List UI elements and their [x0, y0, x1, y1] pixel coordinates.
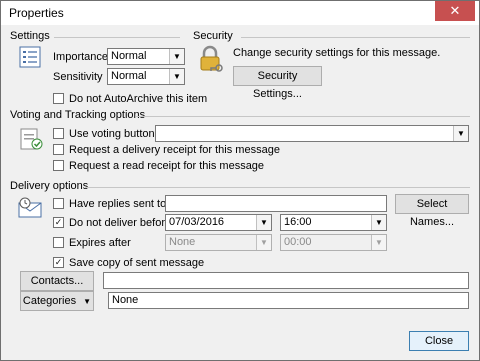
chevron-down-icon: ▼ — [256, 235, 271, 250]
security-divider — [241, 37, 470, 38]
settings-list-icon — [19, 46, 41, 68]
chevron-down-icon: ▼ — [256, 215, 271, 230]
chevron-down-icon: ▼ — [169, 49, 184, 64]
voting-document-icon — [20, 128, 43, 150]
contacts-input[interactable] — [103, 272, 469, 289]
importance-label: Importance — [53, 51, 109, 63]
categories-input[interactable]: None — [108, 292, 469, 309]
window-title: Properties — [9, 6, 64, 20]
categories-button[interactable]: Categories ▼ — [20, 291, 94, 311]
voting-options-select[interactable]: ▼ — [155, 125, 469, 142]
settings-section-title: Settings — [10, 30, 50, 42]
read-receipt-checkbox[interactable] — [53, 160, 64, 171]
delivery-section-title: Delivery options — [10, 180, 89, 192]
security-section-title: Security — [193, 30, 233, 42]
chevron-down-icon: ▼ — [371, 215, 386, 230]
do-not-deliver-checkbox[interactable]: ✓ — [53, 217, 64, 228]
delivery-envelope-icon — [18, 197, 42, 218]
importance-value: Normal — [111, 50, 147, 62]
save-copy-checkbox[interactable]: ✓ — [53, 257, 64, 268]
voting-divider — [136, 116, 470, 117]
chevron-down-icon: ▼ — [371, 235, 386, 250]
autoarchive-checkbox[interactable] — [53, 93, 64, 104]
lock-key-icon — [200, 45, 223, 72]
have-replies-label: Have replies sent to — [69, 198, 167, 210]
categories-button-label: Categories — [22, 295, 77, 307]
deliver-time-select[interactable]: 16:00 ▼ — [280, 214, 387, 231]
use-voting-checkbox[interactable] — [53, 128, 64, 139]
chevron-down-icon: ▼ — [83, 297, 92, 306]
do-not-deliver-label: Do not deliver before — [69, 217, 172, 229]
expires-label: Expires after — [69, 237, 131, 249]
expires-checkbox[interactable] — [53, 237, 64, 248]
sensitivity-label: Sensitivity — [53, 71, 103, 83]
autoarchive-label: Do not AutoArchive this item — [69, 93, 208, 105]
use-voting-label: Use voting buttons — [69, 128, 161, 140]
close-window-button[interactable]: ✕ — [435, 1, 475, 21]
close-button[interactable]: Close — [409, 331, 469, 351]
properties-dialog: Properties ✕ Settings Importance Normal … — [0, 0, 480, 361]
deliver-time-value: 16:00 — [284, 216, 312, 228]
importance-select[interactable]: Normal ▼ — [107, 48, 185, 65]
save-copy-label: Save copy of sent message — [69, 257, 205, 269]
contacts-button[interactable]: Contacts... — [20, 271, 94, 291]
title-bar: Properties ✕ — [1, 1, 479, 25]
deliver-date-value: 07/03/2016 — [169, 216, 225, 228]
delivery-receipt-label: Request a delivery receipt for this mess… — [69, 144, 280, 156]
sensitivity-value: Normal — [111, 70, 147, 82]
chevron-down-icon: ▼ — [169, 69, 184, 84]
chevron-down-icon: ▼ — [453, 126, 468, 141]
read-receipt-label: Request a read receipt for this message — [69, 160, 265, 172]
deliver-date-select[interactable]: 07/03/2016 ▼ — [165, 214, 272, 231]
expires-time-select[interactable]: 00:00 ▼ — [280, 234, 387, 251]
have-replies-checkbox[interactable] — [53, 198, 64, 209]
expires-time-value: 00:00 — [284, 236, 312, 248]
security-description: Change security settings for this messag… — [233, 47, 441, 59]
expires-date-value: None — [169, 236, 196, 248]
security-settings-button[interactable]: Security Settings... — [233, 66, 322, 100]
voting-section-title: Voting and Tracking options — [10, 109, 146, 121]
sensitivity-select[interactable]: Normal ▼ — [107, 68, 185, 85]
have-replies-input[interactable] — [165, 195, 387, 212]
delivery-receipt-checkbox[interactable] — [53, 144, 64, 155]
delivery-divider — [85, 187, 470, 188]
settings-divider — [54, 37, 180, 38]
expires-date-select[interactable]: None ▼ — [165, 234, 272, 251]
select-names-button[interactable]: Select Names... — [395, 194, 469, 228]
